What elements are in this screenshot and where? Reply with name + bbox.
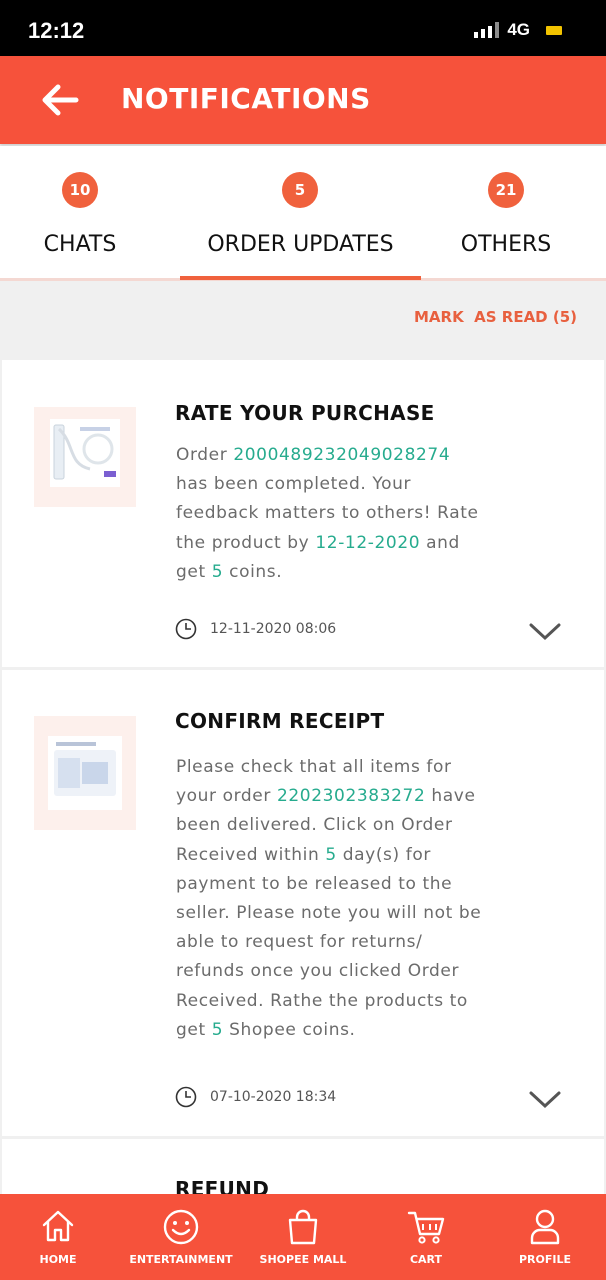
days-count: 5: [325, 844, 337, 865]
tab-order-updates-label: ORDER UPDATES: [207, 232, 394, 257]
notification-timestamp: 12-11-2020 08:06: [210, 621, 337, 637]
order-id-link[interactable]: 2000489232049028274: [233, 445, 450, 465]
notification-tabs: 10 CHATS 5 ORDER UPDATES 21 OTHERS: [0, 146, 606, 281]
nav-cart-label: CART: [409, 1253, 443, 1266]
notification-timestamp: 07-10-2020 18:34: [210, 1089, 337, 1105]
smiley-icon: [163, 1209, 199, 1245]
status-time: 12:12: [28, 18, 85, 43]
app-header: NOTIFICATIONS: [0, 56, 606, 144]
clock-icon: [175, 618, 197, 640]
tablet-product-image: [54, 742, 116, 796]
product-thumbnail: [34, 716, 136, 830]
active-tab-indicator: [180, 276, 421, 280]
cart-icon: [407, 1211, 445, 1244]
rate-by-date: 12-12-2020: [315, 532, 421, 553]
bottom-navigation: HOME ENTERTAINMENT SHOPEE MALL CART PROF…: [0, 1194, 606, 1280]
others-count-badge: 21: [488, 172, 524, 208]
order-id-link[interactable]: 2202302383272: [277, 786, 425, 806]
nav-shopee-mall-label: SHOPEE MALL: [259, 1253, 347, 1266]
coins-amount: 5: [211, 1019, 224, 1040]
nav-profile-label: PROFILE: [518, 1253, 571, 1266]
usb-cable-product-image: [53, 424, 116, 480]
network-type: 4G: [507, 20, 530, 39]
order-updates-count-badge: 5: [282, 172, 318, 208]
page-title: NOTIFICATIONS: [121, 82, 371, 115]
chats-count-badge: 10: [62, 172, 98, 208]
status-indicators: 4G: [474, 20, 562, 40]
notification-title: CONFIRM RECEIPT: [175, 709, 385, 733]
mark-as-read-button[interactable]: MARK AS READ (5): [414, 308, 577, 326]
home-icon: [42, 1210, 74, 1242]
notification-card-refund[interactable]: REFUND: [2, 1139, 604, 1199]
mark-as-read-row: MARK AS READ (5): [0, 284, 606, 358]
tab-order-updates[interactable]: 5 ORDER UPDATES: [180, 146, 421, 281]
nav-entertainment-label: ENTERTAINMENT: [129, 1253, 233, 1266]
battery-icon: [546, 25, 562, 35]
status-bar: 12:12 4G: [0, 0, 606, 56]
clock-icon: [175, 1086, 197, 1108]
nav-shopee-mall[interactable]: SHOPEE MALL: [254, 1194, 352, 1280]
chevron-down-icon[interactable]: [528, 1090, 562, 1110]
nav-home[interactable]: HOME: [18, 1194, 98, 1280]
notification-title: RATE YOUR PURCHASE: [175, 401, 435, 425]
nav-home-label: HOME: [39, 1253, 77, 1266]
product-thumbnail: [34, 407, 136, 507]
notification-body: Please check that all items for your ord…: [176, 757, 482, 1040]
tab-others-label: OTHERS: [460, 232, 552, 257]
back-arrow-icon[interactable]: [40, 82, 80, 118]
coins-amount: 5: [211, 561, 224, 582]
tab-chats[interactable]: 10 CHATS: [20, 146, 140, 281]
shopping-bag-icon: [288, 1209, 318, 1245]
chevron-down-icon[interactable]: [528, 622, 562, 642]
profile-icon: [530, 1209, 560, 1245]
tab-others[interactable]: 21 OTHERS: [446, 146, 566, 281]
nav-profile[interactable]: PROFILE: [505, 1194, 585, 1280]
signal-icon: [474, 22, 500, 38]
notification-card-confirm-receipt[interactable]: CONFIRM RECEIPT Please check that all it…: [2, 670, 604, 1136]
notification-body: Order 2000489232049028274 has been compl…: [176, 445, 479, 582]
notification-card-rate-purchase[interactable]: RATE YOUR PURCHASE Order 200048923204902…: [2, 360, 604, 667]
nav-cart[interactable]: CART: [386, 1194, 466, 1280]
tab-chats-label: CHATS: [43, 232, 117, 257]
nav-entertainment[interactable]: ENTERTAINMENT: [125, 1194, 237, 1280]
